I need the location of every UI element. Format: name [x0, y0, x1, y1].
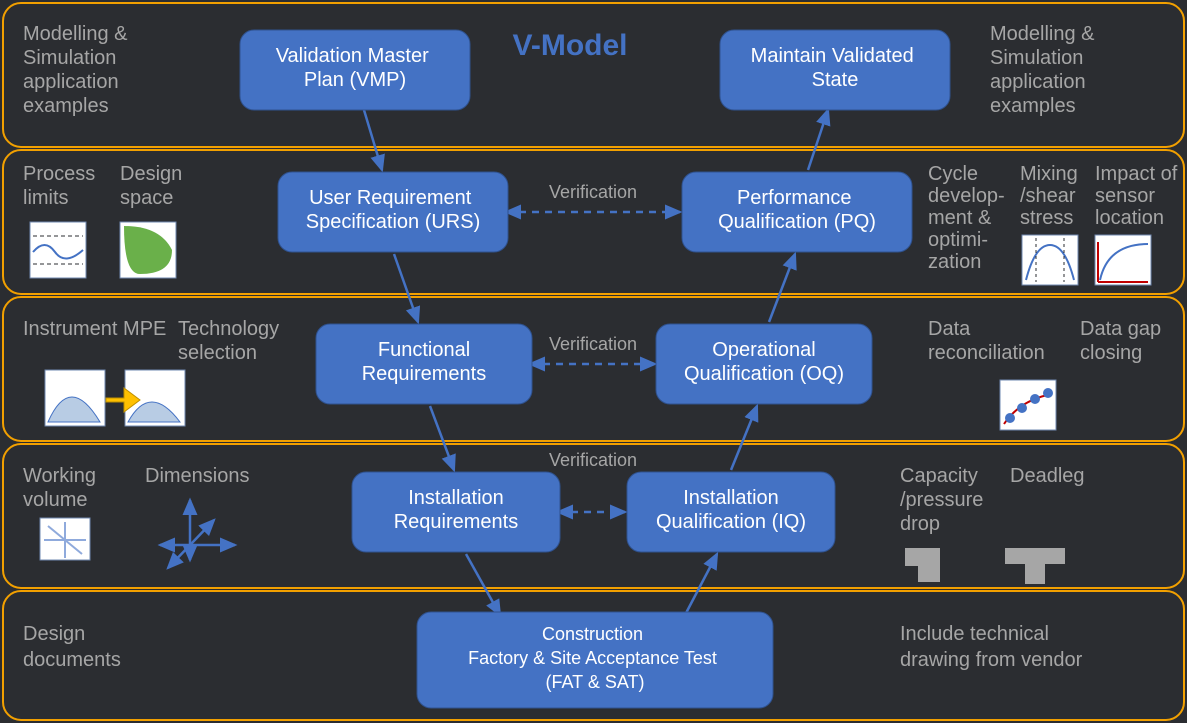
- arrow-iq-oq: [731, 406, 757, 470]
- diagram-title: V-Model: [512, 29, 627, 62]
- r3-right-2: Data gapclosing: [1080, 318, 1161, 364]
- arrow-urs-fr: [394, 254, 418, 322]
- arrow-fat-iq: [685, 554, 717, 615]
- r2-right-1: Cycledevelop-ment & optimi-zation: [928, 163, 1005, 273]
- icon-tee: [1005, 548, 1065, 584]
- r2-left-2: Designspace: [120, 163, 182, 209]
- r2-right-2: Mixing/shearstress: [1020, 163, 1078, 229]
- arrow-pq-maintain: [808, 110, 828, 170]
- icon-sensor-loc: [1095, 235, 1151, 285]
- arrow-vmp-urs: [364, 110, 382, 170]
- verif-label-1: Verification: [549, 182, 637, 202]
- icon-mixing: [1022, 235, 1078, 285]
- r4-right-2: Deadleg: [1010, 465, 1085, 487]
- icon-process-limits: [30, 222, 86, 278]
- r2-right-3: Impact ofsensorlocation: [1095, 163, 1178, 229]
- left-header: Modelling & Simulation application examp…: [23, 23, 133, 117]
- right-header: Modelling & Simulation application examp…: [990, 23, 1100, 117]
- r4-left-1: Workingvolume: [23, 465, 96, 511]
- verif-label-2: Verification: [549, 334, 637, 354]
- r3-right-1: Datareconciliation: [928, 318, 1045, 364]
- vmodel-diagram: { "title": "V-Model", "left_side_header"…: [0, 0, 1187, 723]
- verif-label-3: Verification: [549, 450, 637, 470]
- icon-elbow: [905, 548, 940, 582]
- diagram-svg: V-Model Modelling & Simulation applicati…: [0, 0, 1187, 723]
- r4-right-1: Capacity/pressuredrop: [900, 465, 983, 535]
- r3-left-1: Instrument MPE: [23, 318, 166, 340]
- icon-dimensions: [160, 500, 235, 568]
- arrow-ir-fat: [466, 554, 500, 615]
- r2-left-1: Processlimits: [23, 163, 95, 209]
- r4-left-2: Dimensions: [145, 465, 249, 487]
- r3-left-2: Technologyselection: [178, 318, 279, 364]
- r5-right: Include technicaldrawing from vendor: [900, 623, 1083, 671]
- arrow-oq-pq: [769, 254, 795, 322]
- arrow-fr-ir: [430, 406, 454, 470]
- r5-left: Designdocuments: [23, 623, 121, 671]
